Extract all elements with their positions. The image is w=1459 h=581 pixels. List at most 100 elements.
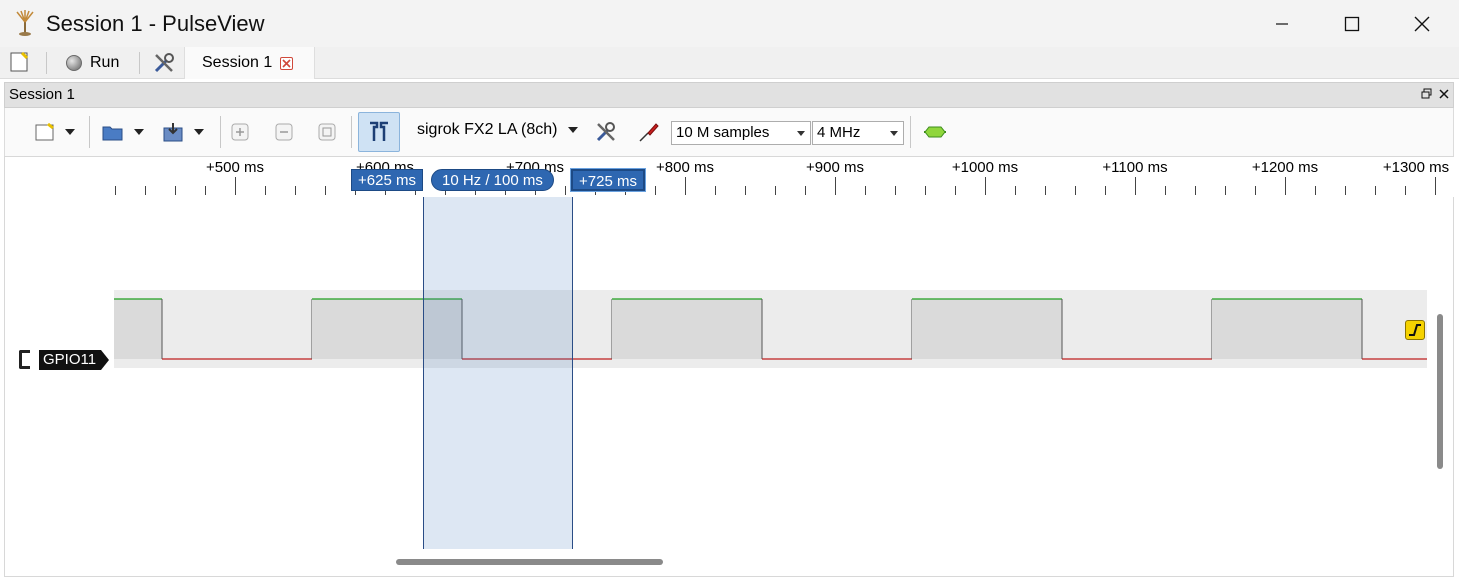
- chevron-down-icon: [194, 129, 204, 135]
- ruler-tick: [655, 186, 656, 195]
- save-button[interactable]: [157, 108, 209, 156]
- samplerate-select[interactable]: 4 MHz: [812, 121, 904, 145]
- zoom-fit-icon: [318, 123, 336, 141]
- tab-label: Session 1: [202, 54, 273, 71]
- tab-session-1[interactable]: Session 1: [184, 47, 315, 79]
- cursor-interval-label[interactable]: 10 Hz / 100 ms: [431, 169, 554, 191]
- ruler-tick: [205, 186, 206, 195]
- ruler-tick: [325, 186, 326, 195]
- main-toolbar: Run Session 1: [0, 47, 1459, 79]
- maximize-button[interactable]: [1317, 0, 1387, 47]
- drag-handle-icon[interactable]: [19, 350, 30, 369]
- toolbar-separator: [351, 116, 352, 148]
- add-decoder-button[interactable]: [921, 108, 949, 156]
- samples-select[interactable]: 10 M samples: [671, 121, 811, 145]
- ruler-tick: [1375, 186, 1376, 195]
- cursor-right-flag[interactable]: +725 ms: [571, 169, 645, 191]
- trace-area[interactable]: [114, 197, 1427, 549]
- decoder-icon: [924, 126, 946, 138]
- maximize-icon: [1344, 16, 1360, 31]
- probe-button[interactable]: [636, 108, 662, 156]
- samples-value: 10 M samples: [676, 124, 770, 141]
- ruler-tick: [565, 186, 566, 195]
- ruler-label: +1100 ms: [1102, 159, 1168, 176]
- chevron-down-icon: [797, 131, 805, 136]
- channel-label-gpio11[interactable]: GPIO11: [39, 350, 110, 370]
- dock-title: Session 1: [9, 86, 75, 103]
- ruler-tick: [1285, 177, 1286, 195]
- zoom-in-button[interactable]: [227, 108, 253, 156]
- tab-close-button[interactable]: [280, 56, 294, 70]
- toolbar-separator: [220, 116, 221, 148]
- run-status-icon: [66, 55, 82, 71]
- samplerate-value: 4 MHz: [817, 124, 861, 141]
- session-dock-title: Session 1: [4, 82, 1454, 108]
- zoom-fit-button[interactable]: [314, 108, 340, 156]
- run-button[interactable]: Run: [60, 50, 125, 76]
- ruler-label: +900 ms: [806, 159, 864, 176]
- save-icon: [163, 123, 183, 142]
- ruler-label: +800 ms: [656, 159, 714, 176]
- ruler-tick: [805, 186, 806, 195]
- toolbar-separator: [46, 52, 47, 74]
- ruler-tick: [1225, 186, 1226, 195]
- chevron-down-icon: [890, 131, 898, 136]
- ruler-tick: [1015, 186, 1016, 195]
- chevron-down-icon: [134, 129, 144, 135]
- channel-header-panel: [5, 197, 114, 549]
- rising-edge-trigger-icon[interactable]: [1405, 320, 1425, 340]
- ruler-tick: [865, 186, 866, 195]
- close-icon[interactable]: [1438, 88, 1450, 100]
- cursor-toggle-icon: [370, 121, 388, 141]
- chevron-down-icon: [567, 127, 578, 133]
- ruler-tick: [1195, 186, 1196, 195]
- horizontal-scrollbar[interactable]: [396, 559, 663, 565]
- cursor-selection[interactable]: [423, 197, 573, 549]
- cursor-toggle-button[interactable]: [358, 112, 400, 152]
- new-session-icon[interactable]: [10, 52, 28, 72]
- cursor-left-flag[interactable]: +625 ms: [351, 169, 423, 191]
- close-icon: [282, 58, 291, 68]
- vertical-scrollbar[interactable]: [1437, 314, 1443, 469]
- gpio11-trace: [114, 298, 1427, 360]
- ruler-tick: [1165, 186, 1166, 195]
- zoom-in-icon: [231, 123, 249, 141]
- minimize-icon: [1276, 22, 1288, 25]
- ruler-tick: [985, 177, 986, 195]
- window-title: Session 1 - PulseView: [46, 11, 265, 36]
- ruler-tick: [715, 186, 716, 195]
- minimize-button[interactable]: [1247, 0, 1317, 47]
- ruler-tick: [1045, 186, 1046, 195]
- ruler-label: +500 ms: [206, 159, 264, 176]
- float-icon[interactable]: [1421, 88, 1433, 100]
- ruler-tick: [1315, 186, 1316, 195]
- ruler-tick: [895, 186, 896, 195]
- ruler-tick: [1345, 186, 1346, 195]
- open-button[interactable]: [97, 108, 149, 156]
- ruler-tick: [235, 177, 236, 195]
- close-button[interactable]: [1387, 0, 1457, 47]
- high-level-fill: [114, 299, 162, 359]
- new-view-icon: [35, 123, 54, 141]
- device-label: sigrok FX2 LA (8ch): [417, 121, 558, 138]
- ruler-tick: [1405, 186, 1406, 195]
- new-view-button[interactable]: [27, 108, 83, 156]
- probe-icon: [639, 123, 659, 142]
- zoom-out-icon: [275, 123, 293, 141]
- ruler-tick: [1075, 186, 1076, 195]
- high-level-fill: [612, 299, 762, 359]
- time-ruler[interactable]: +500 ms +600 ms +700 ms +800 ms +900 ms …: [114, 157, 1454, 197]
- device-selector[interactable]: sigrok FX2 LA (8ch): [417, 121, 578, 139]
- ruler-tick: [115, 186, 116, 195]
- ruler-label: +1000 ms: [951, 159, 1019, 176]
- pulseview-logo-icon: [16, 10, 34, 36]
- ruler-tick: [145, 186, 146, 195]
- zoom-out-button[interactable]: [271, 108, 297, 156]
- session-toolbar: sigrok FX2 LA (8ch) 10 M samples 4 MHz: [4, 108, 1454, 156]
- ruler-tick: [175, 186, 176, 195]
- settings-tools-icon[interactable]: [152, 51, 176, 75]
- ruler-tick: [835, 177, 836, 195]
- toolbar-separator: [89, 116, 90, 148]
- ruler-tick: [1105, 186, 1106, 195]
- device-config-button[interactable]: [593, 108, 619, 156]
